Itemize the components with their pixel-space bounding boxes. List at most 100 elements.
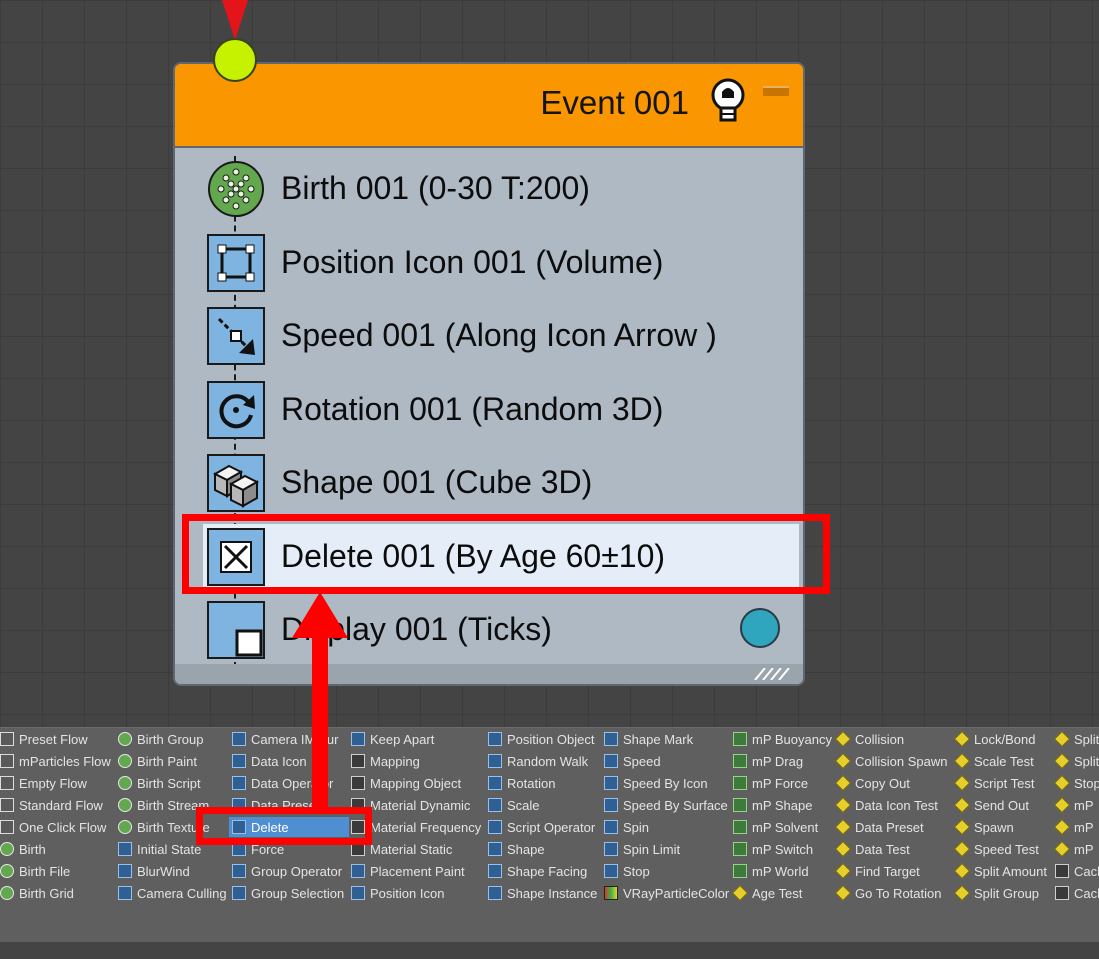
depot-item-mp-switch[interactable]: mP Switch	[733, 839, 813, 859]
op-operator-icon	[232, 754, 246, 768]
depot-item-spawn[interactable]: Spawn	[954, 817, 1014, 837]
depot-item-data-icon-test[interactable]: Data Icon Test	[835, 795, 938, 815]
depot-item-mp-buoyancy[interactable]: mP Buoyancy	[733, 729, 832, 749]
depot-item-shape-facing[interactable]: Shape Facing	[488, 861, 587, 881]
depot-item-one-click-flow[interactable]: One Click Flow	[0, 817, 106, 837]
operator-label: Position Icon 001 (Volume)	[281, 243, 664, 280]
depot-item-mp[interactable]: mP	[1054, 839, 1094, 859]
depot-item-stop[interactable]: Stop	[604, 861, 650, 881]
operator-row-birth[interactable]: Birth 001 (0-30 T:200)	[203, 156, 799, 222]
op-operator-icon	[118, 842, 132, 856]
depot-item-group-selection[interactable]: Group Selection	[232, 883, 344, 903]
depot-item-birth-grid[interactable]: Birth Grid	[0, 883, 74, 903]
depot-item-script-test[interactable]: Script Test	[954, 773, 1034, 793]
depot-item-mp-shape[interactable]: mP Shape	[733, 795, 812, 815]
lightbulb-icon[interactable]	[709, 78, 747, 124]
minimize-button[interactable]	[763, 86, 789, 96]
depot-item-camera-culling[interactable]: Camera Culling	[118, 883, 227, 903]
depot-item-speed-test[interactable]: Speed Test	[954, 839, 1039, 859]
operator-row-rotation[interactable]: Rotation 001 (Random 3D)	[203, 377, 799, 443]
depot-item-cach[interactable]: Cach	[1055, 883, 1099, 903]
op-operator-icon	[488, 820, 502, 834]
depot-item-send-out[interactable]: Send Out	[954, 795, 1029, 815]
test-operator-icon	[954, 775, 970, 791]
output-socket[interactable]	[740, 608, 780, 648]
depot-item-preset-flow[interactable]: Preset Flow	[0, 729, 88, 749]
depot-item-birth-group[interactable]: Birth Group	[118, 729, 203, 749]
depot-item-spin-limit[interactable]: Spin Limit	[604, 839, 680, 859]
depot-item-birth-script[interactable]: Birth Script	[118, 773, 201, 793]
depot-item-birth-file[interactable]: Birth File	[0, 861, 70, 881]
depot-item-split-group[interactable]: Split Group	[954, 883, 1040, 903]
depot-item-empty-flow[interactable]: Empty Flow	[0, 773, 87, 793]
depot-item-scale[interactable]: Scale	[488, 795, 540, 815]
depot-item-mp[interactable]: mP	[1054, 817, 1094, 837]
depot-item-mparticles-flow[interactable]: mParticles Flow	[0, 751, 111, 771]
depot-item-mp-drag[interactable]: mP Drag	[733, 751, 803, 771]
depot-item-mp-force[interactable]: mP Force	[733, 773, 808, 793]
input-socket[interactable]	[213, 38, 257, 82]
depot-item-scale-test[interactable]: Scale Test	[954, 751, 1034, 771]
depot-item-script-operator[interactable]: Script Operator	[488, 817, 595, 837]
depot-item-blurwind[interactable]: BlurWind	[118, 861, 190, 881]
depot-item-find-target[interactable]: Find Target	[835, 861, 920, 881]
depot-item-collision[interactable]: Collision	[835, 729, 904, 749]
depot-item-copy-out[interactable]: Copy Out	[835, 773, 910, 793]
depot-item-mapping[interactable]: Mapping	[351, 751, 420, 771]
depot-item-data-preset[interactable]: Data Preset	[835, 817, 924, 837]
depot-item-birth[interactable]: Birth	[0, 839, 46, 859]
depot-item-split-amount[interactable]: Split Amount	[954, 861, 1047, 881]
depot-item-shape[interactable]: Shape	[488, 839, 545, 859]
depot-item-collision-spawn[interactable]: Collision Spawn	[835, 751, 948, 771]
op-operator-icon	[604, 864, 618, 878]
depot-item-cach[interactable]: Cach	[1055, 861, 1099, 881]
depot-item-rotation[interactable]: Rotation	[488, 773, 555, 793]
operator-depot: Preset Flow mParticles Flow Empty Flow Stan…	[0, 727, 1099, 943]
mp-operator-icon	[733, 820, 747, 834]
depot-item-mp[interactable]: mP	[1054, 795, 1094, 815]
mp-operator-icon	[733, 754, 747, 768]
depot-item-standard-flow[interactable]: Standard Flow	[0, 795, 103, 815]
depot-item-data-test[interactable]: Data Test	[835, 839, 910, 859]
birth-operator-icon	[0, 842, 14, 856]
depot-item-initial-state[interactable]: Initial State	[118, 839, 201, 859]
resize-grip-icon[interactable]	[751, 668, 795, 680]
depot-item-mapping-object[interactable]: Mapping Object	[351, 773, 461, 793]
test-operator-icon	[954, 841, 970, 857]
depot-item-keep-apart[interactable]: Keep Apart	[351, 729, 434, 749]
depot-item-vrayparticlecolor[interactable]: VRayParticleColor	[604, 883, 729, 903]
operator-row-speed[interactable]: Speed 001 (Along Icon Arrow )	[203, 303, 799, 369]
birth-operator-icon	[0, 886, 14, 900]
depot-item-birth-paint[interactable]: Birth Paint	[118, 751, 197, 771]
depot-item-group-operator[interactable]: Group Operator	[232, 861, 342, 881]
depot-item-mp-solvent[interactable]: mP Solvent	[733, 817, 818, 837]
depot-item-position-object[interactable]: Position Object	[488, 729, 594, 749]
depot-item-placement-paint[interactable]: Placement Paint	[351, 861, 465, 881]
depot-item-speed[interactable]: Speed	[604, 751, 661, 771]
depot-item-split[interactable]: Split	[1054, 751, 1099, 771]
depot-item-label: Data Test	[855, 841, 910, 857]
display-icon	[207, 601, 265, 659]
depot-item-label: Split Group	[974, 885, 1040, 901]
op-operator-icon	[604, 798, 618, 812]
operator-row-position[interactable]: Position Icon 001 (Volume)	[203, 230, 799, 296]
depot-item-stop[interactable]: Stop	[1054, 773, 1099, 793]
depot-item-lock-bond[interactable]: Lock/Bond	[954, 729, 1035, 749]
depot-item-age-test[interactable]: Age Test	[732, 883, 802, 903]
depot-item-shape-mark[interactable]: Shape Mark	[604, 729, 693, 749]
depot-item-go-to-rotation[interactable]: Go To Rotation	[835, 883, 941, 903]
depot-item-speed-by-surface[interactable]: Speed By Surface	[604, 795, 728, 815]
depot-item-spin[interactable]: Spin	[604, 817, 649, 837]
node-header[interactable]: Event 001	[175, 64, 803, 148]
depot-item-speed-by-icon[interactable]: Speed By Icon	[604, 773, 708, 793]
depot-item-label: Data Icon Test	[855, 797, 938, 813]
depot-item-random-walk[interactable]: Random Walk	[488, 751, 588, 771]
depot-item-split[interactable]: Split	[1054, 729, 1099, 749]
test-operator-icon	[1054, 797, 1070, 813]
depot-item-shape-instance[interactable]: Shape Instance	[488, 883, 597, 903]
depot-item-position-icon[interactable]: Position Icon	[351, 883, 444, 903]
operator-row-shape[interactable]: Shape 001 (Cube 3D)	[203, 450, 799, 516]
depot-item-mp-world[interactable]: mP World	[733, 861, 809, 881]
depot-item-label: BlurWind	[137, 863, 190, 879]
test-operator-icon	[1054, 753, 1070, 769]
